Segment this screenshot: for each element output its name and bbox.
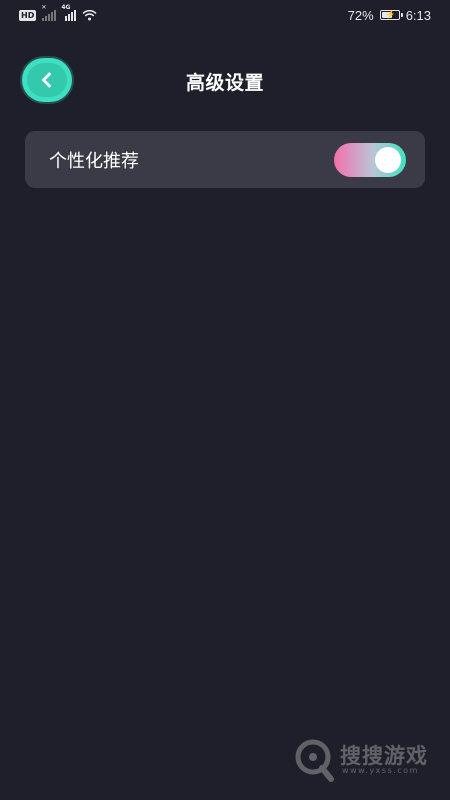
watermark-logo: 搜搜游戏 www.yxss.com — [294, 738, 439, 782]
page-title: 高级设置 — [185, 72, 264, 94]
magnifier-logo-icon — [295, 739, 334, 782]
toggle-knob — [375, 147, 401, 173]
signal-no-service-icon: ✕ — [41, 5, 57, 21]
setting-label: 个性化推荐 — [49, 151, 139, 172]
status-bar-right: 72% ⚡ 6:13 — [348, 7, 431, 23]
wifi-icon — [82, 9, 97, 21]
charging-icon: ⚡ — [385, 10, 396, 19]
setting-row-personalized-recommendation: 个性化推荐 — [25, 131, 425, 188]
status-bar-left: HD ✕ 4G — [19, 5, 97, 23]
battery-icon: ⚡ — [379, 10, 403, 20]
hd-badge: HD — [19, 9, 37, 21]
clock: 6:13 — [405, 7, 431, 23]
signal-4g-icon: 4G — [61, 5, 77, 21]
battery-percent: 72% — [347, 7, 374, 23]
status-bar: HD ✕ 4G 72% ⚡ 6:13 — [0, 0, 450, 30]
watermark-url: www.yxss.com — [342, 766, 419, 775]
personalized-recommendation-toggle[interactable] — [334, 143, 406, 177]
